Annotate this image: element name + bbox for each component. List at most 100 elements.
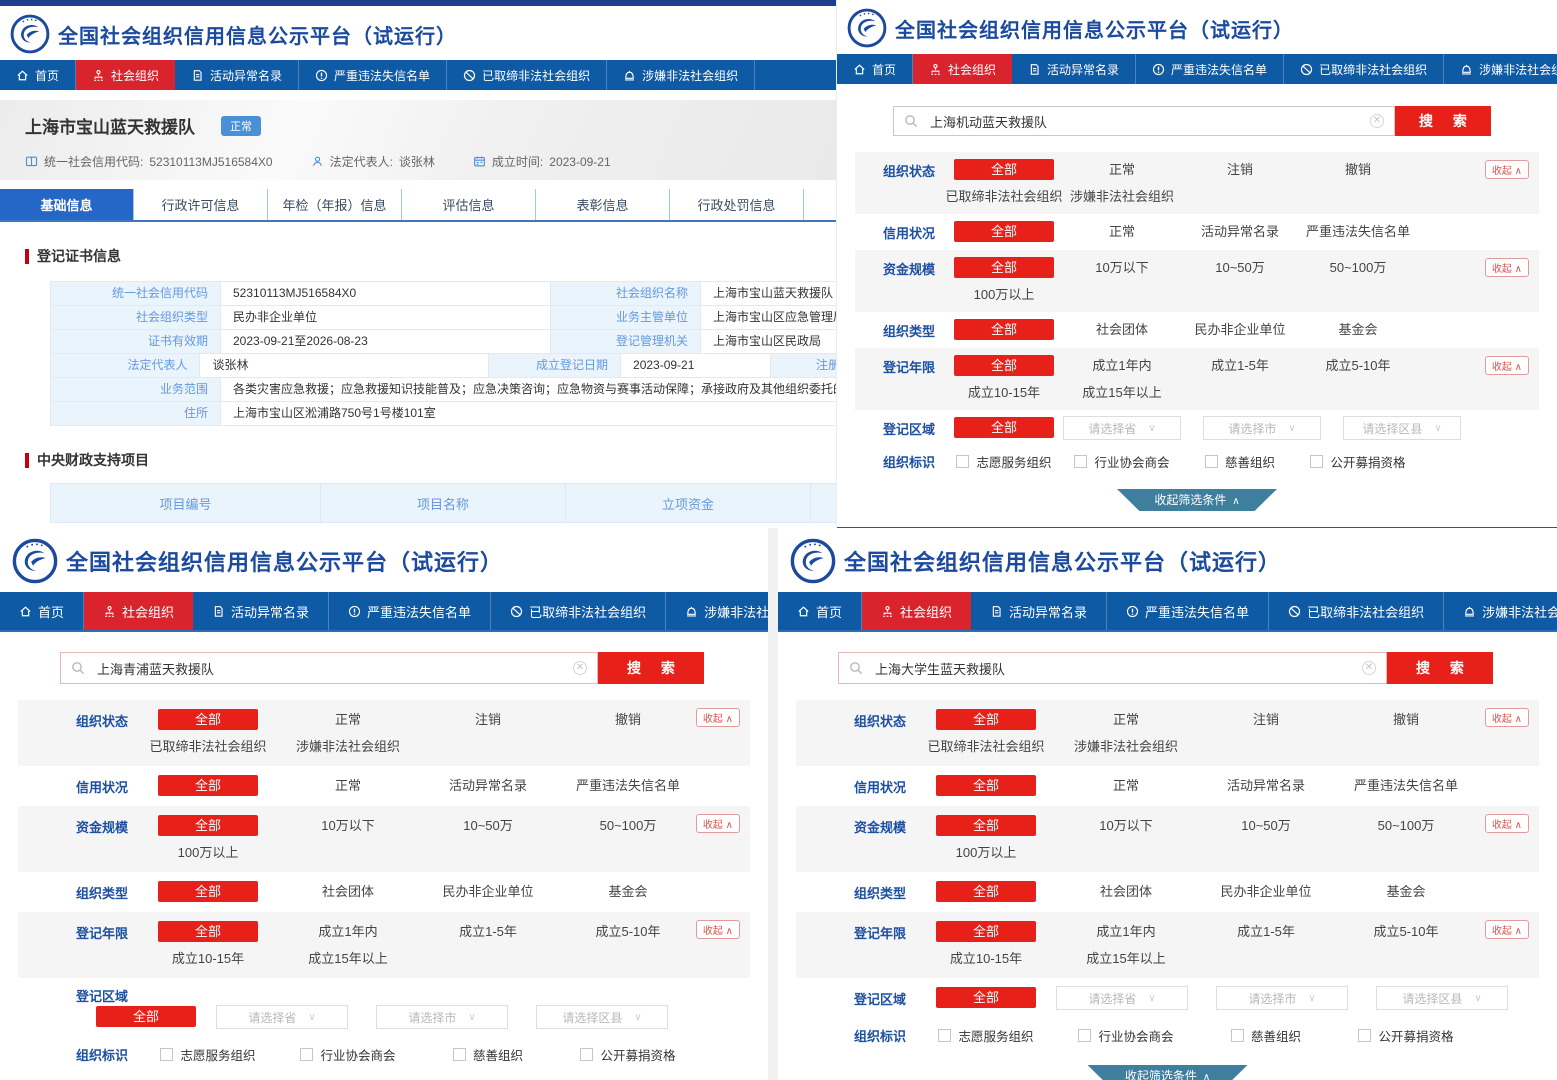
nav-item-suspected-org[interactable]: 涉嫌非法社会组织 [666, 592, 768, 630]
nav-item-suspected-org[interactable]: 涉嫌非法社会组织 [1444, 592, 1557, 630]
checkbox[interactable] [1078, 1029, 1091, 1042]
filter-option-all[interactable]: 全部 [954, 221, 1054, 242]
province-select[interactable]: 请选择省∨ [1056, 986, 1188, 1010]
search-input[interactable] [97, 661, 573, 676]
filter-option[interactable]: 已取缔非法社会组织 [945, 186, 1063, 208]
nav-item-social-org[interactable]: 社会组织 [862, 592, 971, 630]
tab-admin-license[interactable]: 行政许可信息 [134, 189, 268, 220]
district-select[interactable]: 请选择区县∨ [536, 1005, 668, 1029]
district-select[interactable]: 请选择区县∨ [1376, 986, 1508, 1010]
search-button[interactable]: 搜 索 [1395, 106, 1491, 136]
collapse-row-button[interactable]: 收起 ∧ [696, 814, 740, 833]
filter-option[interactable]: 民办非企业单位 [1196, 880, 1336, 904]
checkbox-volunteer-org[interactable]: 志愿服务组织 [138, 1045, 278, 1064]
nav-item-home[interactable]: 首页 [0, 592, 84, 630]
filter-option-all[interactable]: 全部 [158, 709, 258, 730]
nav-item-banned-org[interactable]: 已取缔非法社会组织 [491, 592, 666, 630]
filter-option-all[interactable]: 全部 [936, 775, 1036, 796]
filter-option-all[interactable]: 全部 [954, 355, 1054, 376]
nav-item-dishonest-list[interactable]: 严重违法失信名单 [329, 592, 491, 630]
filter-option-all[interactable]: 全部 [158, 881, 258, 902]
clear-icon[interactable]: ✕ [573, 661, 587, 675]
checkbox-industry-assoc[interactable]: 行业协会商会 [1056, 1026, 1196, 1045]
filter-option[interactable]: 活动异常名录 [418, 774, 558, 798]
collapse-filters-button[interactable]: 收起筛选条件∧ [1088, 1065, 1248, 1080]
filter-option[interactable]: 100万以上 [945, 284, 1063, 306]
filter-option[interactable]: 严重违法失信名单 [1299, 220, 1417, 244]
nav-item-banned-org[interactable]: 已取缔非法社会组织 [1284, 54, 1444, 84]
nav-item-dishonest-list[interactable]: 严重违法失信名单 [1136, 54, 1284, 84]
filter-option[interactable]: 50~100万 [1336, 814, 1476, 838]
filter-option[interactable]: 涉嫌非法社会组织 [278, 736, 418, 758]
collapse-row-button[interactable]: 收起 ∧ [1485, 356, 1529, 375]
filter-option-all[interactable]: 全部 [158, 921, 258, 942]
filter-option[interactable]: 100万以上 [916, 842, 1056, 864]
filter-option[interactable]: 注销 [1196, 708, 1336, 732]
nav-item-home[interactable]: 首页 [778, 592, 862, 630]
nav-item-banned-org[interactable]: 已取缔非法社会组织 [447, 60, 607, 90]
checkbox-industry-assoc[interactable]: 行业协会商会 [278, 1045, 418, 1064]
collapse-filters-button[interactable]: 收起筛选条件∧ [1117, 489, 1277, 511]
filter-option[interactable]: 成立10-15年 [916, 948, 1056, 970]
filter-option[interactable]: 正常 [278, 708, 418, 732]
checkbox[interactable] [453, 1048, 466, 1061]
checkbox[interactable] [300, 1048, 313, 1061]
checkbox[interactable] [1074, 455, 1087, 468]
filter-option[interactable]: 社会团体 [1063, 318, 1181, 342]
filter-option[interactable]: 活动异常名录 [1196, 774, 1336, 798]
filter-option[interactable]: 10~50万 [1181, 256, 1299, 280]
checkbox-charity-org[interactable]: 慈善组织 [1196, 1026, 1336, 1045]
filter-option[interactable]: 撤销 [1299, 158, 1417, 182]
nav-item-social-org[interactable]: 社会组织 [76, 60, 175, 90]
filter-option[interactable]: 正常 [1056, 774, 1196, 798]
checkbox-public-fundraising[interactable]: 公开募捐资格 [1299, 452, 1417, 471]
filter-option-all[interactable]: 全部 [954, 257, 1054, 278]
tab-evaluation[interactable]: 评估信息 [402, 189, 536, 220]
nav-item-suspected-org[interactable]: 涉嫌非法社会组织 [1444, 54, 1557, 84]
filter-option[interactable]: 民办非企业单位 [1181, 318, 1299, 342]
filter-option[interactable]: 成立10-15年 [138, 948, 278, 970]
filter-option[interactable]: 成立1-5年 [418, 920, 558, 944]
filter-option[interactable]: 正常 [1063, 220, 1181, 244]
filter-option-all[interactable]: 全部 [954, 417, 1054, 438]
filter-option[interactable]: 民办非企业单位 [418, 880, 558, 904]
nav-item-abnormal-list[interactable]: 活动异常名录 [175, 60, 299, 90]
filter-option[interactable]: 100万以上 [138, 842, 278, 864]
filter-option-all[interactable]: 全部 [954, 159, 1054, 180]
filter-option[interactable]: 注销 [418, 708, 558, 732]
nav-item-social-org[interactable]: 社会组织 [84, 592, 193, 630]
clear-icon[interactable]: ✕ [1362, 661, 1376, 675]
filter-option[interactable]: 成立15年以上 [1056, 948, 1196, 970]
checkbox-charity-org[interactable]: 慈善组织 [1181, 452, 1299, 471]
filter-option[interactable]: 基金会 [558, 880, 698, 904]
checkbox[interactable] [160, 1048, 173, 1061]
nav-item-home[interactable]: 首页 [0, 60, 76, 90]
filter-option[interactable]: 严重违法失信名单 [558, 774, 698, 798]
nav-item-social-org[interactable]: 社会组织 [913, 54, 1012, 84]
filter-option[interactable]: 成立1年内 [278, 920, 418, 944]
checkbox[interactable] [956, 455, 969, 468]
checkbox[interactable] [1205, 455, 1218, 468]
filter-option-all[interactable]: 全部 [936, 881, 1036, 902]
filter-option[interactable]: 成立5-10年 [1336, 920, 1476, 944]
filter-option[interactable]: 10万以下 [278, 814, 418, 838]
search-button[interactable]: 搜 索 [598, 652, 704, 684]
checkbox[interactable] [580, 1048, 593, 1061]
province-select[interactable]: 请选择省∨ [1063, 416, 1181, 440]
checkbox-volunteer-org[interactable]: 志愿服务组织 [945, 452, 1063, 471]
filter-option[interactable]: 基金会 [1299, 318, 1417, 342]
nav-item-banned-org[interactable]: 已取缔非法社会组织 [1269, 592, 1444, 630]
filter-option-all[interactable]: 全部 [936, 987, 1036, 1008]
collapse-row-button[interactable]: 收起 ∧ [1485, 920, 1529, 939]
nav-item-dishonest-list[interactable]: 严重违法失信名单 [1107, 592, 1269, 630]
district-select[interactable]: 请选择区县∨ [1343, 416, 1461, 440]
filter-option[interactable]: 社会团体 [1056, 880, 1196, 904]
filter-option[interactable]: 成立1年内 [1063, 354, 1181, 378]
collapse-row-button[interactable]: 收起 ∧ [1485, 814, 1529, 833]
filter-option[interactable]: 10~50万 [1196, 814, 1336, 838]
filter-option-all[interactable]: 全部 [954, 319, 1054, 340]
checkbox-public-fundraising[interactable]: 公开募捐资格 [1336, 1026, 1476, 1045]
collapse-row-button[interactable]: 收起 ∧ [1485, 708, 1529, 727]
province-select[interactable]: 请选择省∨ [216, 1005, 348, 1029]
checkbox[interactable] [1310, 455, 1323, 468]
